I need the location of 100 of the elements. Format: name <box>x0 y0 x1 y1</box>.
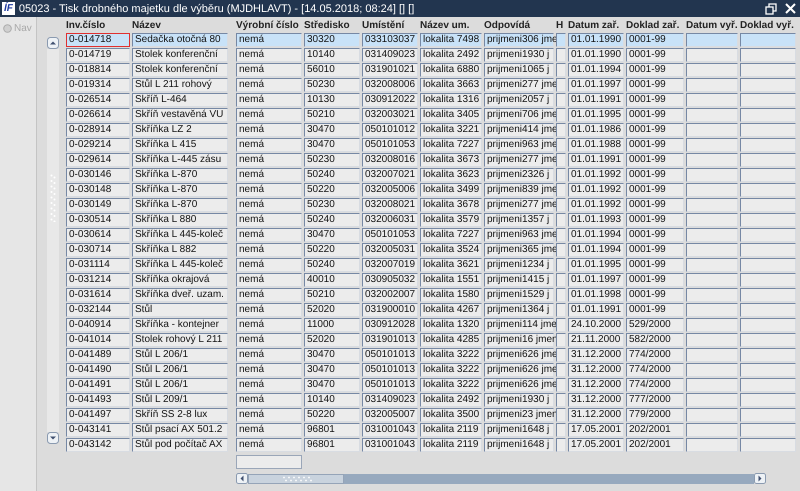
table-cell[interactable]: 01.01.1992 <box>568 168 624 182</box>
table-cell[interactable]: Skříňka L 445-koleč <box>132 258 228 272</box>
table-cell[interactable]: Stolek rohový L 211 <box>132 333 228 347</box>
flag-cell[interactable] <box>556 198 566 212</box>
scroll-up-icon[interactable] <box>47 37 59 49</box>
table-cell[interactable]: 0-031614 <box>66 288 130 302</box>
table-cell[interactable]: 0001-99 <box>626 198 684 212</box>
table-cell[interactable] <box>686 78 738 92</box>
table-cell[interactable] <box>740 288 796 302</box>
flag-cell[interactable] <box>556 213 566 227</box>
table-cell[interactable]: nemá <box>236 78 302 92</box>
flag-cell[interactable] <box>556 33 566 47</box>
flag-cell[interactable] <box>556 348 566 362</box>
table-cell[interactable]: 0-041497 <box>66 408 130 422</box>
flag-cell[interactable] <box>556 228 566 242</box>
table-cell[interactable]: lokalita 4267 <box>420 303 482 317</box>
table-cell[interactable]: nemá <box>236 243 302 257</box>
table-cell[interactable]: 774/2000 <box>626 378 684 392</box>
table-cell[interactable] <box>740 393 796 407</box>
table-cell[interactable]: Skříňka L 880 <box>132 213 228 227</box>
table-cell[interactable]: lokalita 6880 <box>420 63 482 77</box>
table-cell[interactable] <box>686 258 738 272</box>
flag-cell[interactable] <box>556 438 566 452</box>
table-cell[interactable]: lokalita 3222 <box>420 348 482 362</box>
table-cell[interactable] <box>740 33 796 47</box>
table-cell[interactable]: lokalita 7498 <box>420 33 482 47</box>
table-cell[interactable]: lokalita 7227 <box>420 228 482 242</box>
flag-cell[interactable] <box>556 48 566 62</box>
table-cell[interactable]: lokalita 4285 <box>420 333 482 347</box>
table-cell[interactable]: lokalita 3222 <box>420 378 482 392</box>
flag-cell[interactable] <box>556 138 566 152</box>
table-cell[interactable]: 30470 <box>304 348 360 362</box>
table-cell[interactable]: 0001-99 <box>626 108 684 122</box>
table-cell[interactable]: 10130 <box>304 93 360 107</box>
horizontal-scrollbar[interactable] <box>236 473 766 484</box>
table-cell[interactable]: 01.01.1986 <box>568 123 624 137</box>
table-cell[interactable]: Skříňka L-445 zásu <box>132 153 228 167</box>
table-cell[interactable]: 0-029614 <box>66 153 130 167</box>
table-cell[interactable]: 50220 <box>304 243 360 257</box>
table-cell[interactable]: lokalita 3678 <box>420 198 482 212</box>
table-cell[interactable]: 032005007 <box>362 408 418 422</box>
table-cell[interactable]: lokalita 3621 <box>420 258 482 272</box>
table-cell[interactable]: nemá <box>236 318 302 332</box>
table-cell[interactable]: 0-030514 <box>66 213 130 227</box>
table-cell[interactable]: Stůl L 209/1 <box>132 393 228 407</box>
table-cell[interactable]: 030912022 <box>362 93 418 107</box>
table-cell[interactable]: lokalita 3222 <box>420 363 482 377</box>
table-cell[interactable] <box>686 378 738 392</box>
table-cell[interactable]: lokalita 3673 <box>420 153 482 167</box>
table-cell[interactable]: 30470 <box>304 123 360 137</box>
table-cell[interactable] <box>740 363 796 377</box>
table-cell[interactable]: 0-030148 <box>66 183 130 197</box>
table-cell[interactable]: Sedačka otočná 80 <box>132 33 228 47</box>
flag-cell[interactable] <box>556 363 566 377</box>
table-cell[interactable]: Skříňka L-870 <box>132 168 228 182</box>
table-cell[interactable]: lokalita 3500 <box>420 408 482 422</box>
table-cell[interactable]: 0001-99 <box>626 153 684 167</box>
table-cell[interactable]: 0001-99 <box>626 228 684 242</box>
table-cell[interactable]: 0001-99 <box>626 168 684 182</box>
table-cell[interactable] <box>686 183 738 197</box>
table-cell[interactable]: nemá <box>236 108 302 122</box>
table-cell[interactable]: nemá <box>236 93 302 107</box>
table-cell[interactable]: 032006031 <box>362 213 418 227</box>
table-cell[interactable]: Skříňka LZ 2 <box>132 123 228 137</box>
flag-cell[interactable] <box>556 108 566 122</box>
flag-cell[interactable] <box>556 78 566 92</box>
table-cell[interactable]: 032007021 <box>362 168 418 182</box>
flag-cell[interactable] <box>556 423 566 437</box>
table-cell[interactable]: prijmeni2057 j <box>484 93 554 107</box>
table-cell[interactable]: lokalita 3221 <box>420 123 482 137</box>
table-cell[interactable]: Skříň SS 2-8 lux <box>132 408 228 422</box>
table-cell[interactable]: 032008016 <box>362 153 418 167</box>
table-cell[interactable]: 01.01.1991 <box>568 303 624 317</box>
table-cell[interactable]: 050101013 <box>362 348 418 362</box>
table-cell[interactable]: lokalita 2119 <box>420 438 482 452</box>
table-cell[interactable]: nemá <box>236 198 302 212</box>
flag-cell[interactable] <box>556 408 566 422</box>
table-cell[interactable]: 17.05.2001 <box>568 423 624 437</box>
table-cell[interactable]: 0-018814 <box>66 63 130 77</box>
scroll-right-icon[interactable] <box>754 473 766 484</box>
table-cell[interactable]: lokalita 2119 <box>420 423 482 437</box>
table-cell[interactable]: prijmeni1930 j <box>484 48 554 62</box>
scroll-thumb[interactable] <box>248 474 344 484</box>
table-cell[interactable] <box>740 108 796 122</box>
table-cell[interactable]: 032008006 <box>362 78 418 92</box>
table-cell[interactable]: 56010 <box>304 63 360 77</box>
table-cell[interactable]: prijmeni1415 j <box>484 273 554 287</box>
table-cell[interactable] <box>686 288 738 302</box>
table-cell[interactable] <box>740 48 796 62</box>
table-cell[interactable]: 21.11.2000 <box>568 333 624 347</box>
table-cell[interactable]: prijmeni2326 j <box>484 168 554 182</box>
flag-cell[interactable] <box>556 93 566 107</box>
table-cell[interactable] <box>686 48 738 62</box>
table-cell[interactable] <box>740 153 796 167</box>
table-cell[interactable] <box>686 393 738 407</box>
table-cell[interactable]: 0001-99 <box>626 93 684 107</box>
table-cell[interactable]: 30470 <box>304 378 360 392</box>
table-cell[interactable]: 50240 <box>304 213 360 227</box>
flag-cell[interactable] <box>556 243 566 257</box>
table-cell[interactable]: 0001-99 <box>626 138 684 152</box>
